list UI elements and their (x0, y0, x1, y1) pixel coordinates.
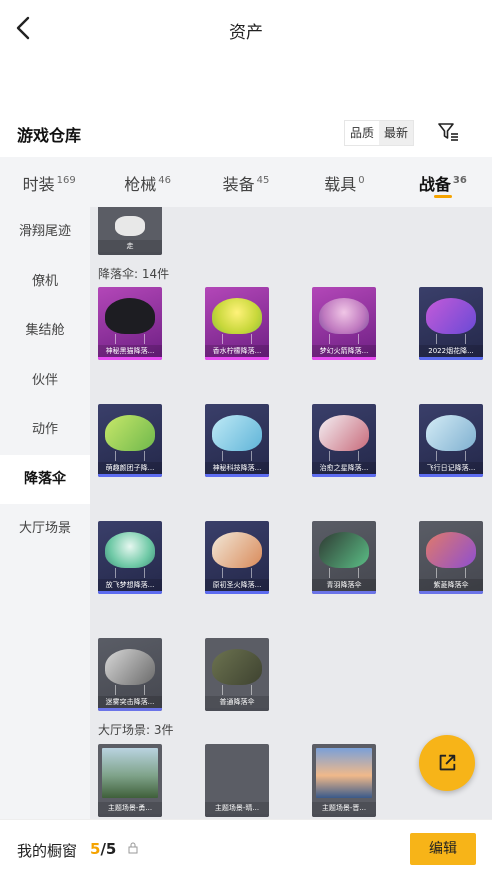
parachute-thumbnail (312, 521, 376, 579)
item-card[interactable]: 迷雾突击降落... (98, 638, 162, 711)
item-card[interactable]: 主题场景-勇... (98, 744, 162, 817)
item-card[interactable]: 青羽降落伞 (312, 521, 376, 594)
tab-vehicles[interactable]: 载具 0 (295, 157, 393, 207)
item-card[interactable]: 香水柠檬降落... (205, 287, 269, 360)
parachute-thumbnail (98, 638, 162, 696)
sidebar-item-glide-trail[interactable]: 滑翔尾迹 (0, 207, 90, 257)
tab-count: 0 (358, 175, 365, 186)
sort-toggle: 品质 最新 (344, 120, 415, 146)
parachute-thumbnail (205, 404, 269, 462)
parachute-thumbnail (419, 287, 483, 345)
tab-label: 载具 (324, 175, 357, 194)
sidebar-item-pod[interactable]: 集结舱 (0, 306, 90, 356)
lock-icon (128, 842, 138, 854)
tab-equipment[interactable]: 装备 45 (197, 157, 295, 207)
category-tabs: 时装 169 枪械 46 装备 45 载具 0 战备 36 (0, 157, 492, 207)
sort-newest-option[interactable]: 最新 (379, 121, 414, 145)
tab-label: 枪械 (124, 175, 157, 194)
warehouse-title: 游戏仓库 (17, 126, 82, 145)
item-name: 青羽降落伞 (312, 579, 376, 591)
parachute-thumbnail (312, 287, 376, 345)
item-card[interactable]: 放飞梦想降落... (98, 521, 162, 594)
item-name: 梦幻火箭降落... (312, 345, 376, 357)
warehouse-header: 游戏仓库 品质 最新 (0, 112, 492, 154)
item-card[interactable]: 主题场景-晋... (312, 744, 376, 817)
sidebar-item-parachute[interactable]: 降落伞 (0, 454, 90, 504)
item-grid: 走 降落伞: 14件 神秘黑猫降落... 香水柠檬降落... 梦幻火箭降落...… (90, 207, 492, 819)
item-card[interactable]: 紫菱降落伞 (419, 521, 483, 594)
item-name: 治愈之星降落... (312, 462, 376, 474)
sidebar: 滑翔尾迹 僚机 集结舱 伙伴 动作 降落伞 大厅场景 (0, 207, 90, 819)
section-scene-count: 大厅场景: 3件 (98, 723, 174, 737)
parachute-thumbnail (419, 521, 483, 579)
scene-thumbnail (205, 744, 269, 802)
item-card[interactable]: 治愈之星降落... (312, 404, 376, 477)
tab-count: 45 (256, 175, 270, 186)
item-card[interactable]: 萌趣颜团子降... (98, 404, 162, 477)
tab-count: 46 (158, 175, 171, 186)
edit-button[interactable]: 编辑 (410, 833, 476, 865)
tab-battle-gear[interactable]: 战备 36 (394, 157, 492, 207)
tab-guns[interactable]: 枪械 46 (98, 157, 196, 207)
item-card[interactable]: 2022烟花降... (419, 287, 483, 360)
item-card[interactable]: 主题场景-晴... (205, 744, 269, 817)
tab-count: 169 (56, 175, 76, 186)
item-thumbnail (98, 207, 162, 240)
showcase-label: 我的橱窗 (17, 842, 78, 860)
external-link-icon (439, 754, 456, 771)
share-fab[interactable] (419, 735, 475, 791)
tab-label: 时装 (22, 175, 55, 194)
item-name: 原初圣火降落... (205, 579, 269, 591)
scene-thumbnail (98, 744, 162, 802)
item-card[interactable]: 梦幻火箭降落... (312, 287, 376, 360)
item-card[interactable]: 神秘黑猫降落... (98, 287, 162, 360)
tab-label: 装备 (222, 175, 255, 194)
showcase-bar: 我的橱窗 5/5 编辑 (0, 819, 492, 876)
item-name: 萌趣颜团子降... (98, 462, 162, 474)
item-name: 放飞梦想降落... (98, 579, 162, 591)
parachute-thumbnail (205, 521, 269, 579)
parachute-thumbnail (98, 287, 162, 345)
parachute-thumbnail (205, 287, 269, 345)
section-parachute-count: 降落伞: 14件 (98, 267, 170, 281)
parachute-thumbnail (98, 521, 162, 579)
top-bar: 资产 (0, 0, 492, 58)
tab-label: 战备 (418, 175, 451, 194)
sidebar-item-lobby-scene[interactable]: 大厅场景 (0, 504, 90, 554)
item-name: 香水柠檬降落... (205, 345, 269, 357)
item-name: 主题场景-晴... (205, 802, 269, 814)
item-card[interactable]: 神秘科技降落... (205, 404, 269, 477)
item-card[interactable]: 普通降落伞 (205, 638, 269, 711)
item-name: 走 (98, 240, 162, 252)
sidebar-item-companion[interactable]: 伙伴 (0, 356, 90, 406)
item-name: 主题场景-勇... (98, 802, 162, 814)
parachute-thumbnail (98, 404, 162, 462)
item-card[interactable]: 走 (98, 207, 162, 255)
tab-count: 36 (452, 175, 467, 186)
item-card[interactable]: 原初圣火降落... (205, 521, 269, 594)
item-name: 主题场景-晋... (312, 802, 376, 814)
showcase-count: 5/5 (90, 840, 116, 858)
sort-quality-option[interactable]: 品质 (345, 121, 380, 145)
sidebar-item-wingman[interactable]: 僚机 (0, 257, 90, 307)
parachute-thumbnail (312, 404, 376, 462)
showcase-current: 5 (90, 840, 101, 858)
item-name: 神秘黑猫降落... (98, 345, 162, 357)
scene-thumbnail (312, 744, 376, 802)
item-name: 紫菱降落伞 (419, 579, 483, 591)
sidebar-item-emote[interactable]: 动作 (0, 405, 90, 455)
tab-fashion[interactable]: 时装 169 (0, 157, 98, 207)
item-name: 2022烟花降... (419, 345, 483, 357)
item-name: 迷雾突击降落... (98, 696, 162, 708)
item-name: 神秘科技降落... (205, 462, 269, 474)
filter-icon (438, 123, 458, 141)
page-title: 资产 (229, 23, 263, 43)
filter-button[interactable] (436, 120, 460, 144)
parachute-thumbnail (205, 638, 269, 696)
item-card[interactable]: 飞行日记降落... (419, 404, 483, 477)
showcase-total: /5 (100, 840, 117, 858)
item-name: 普通降落伞 (205, 696, 269, 708)
item-name: 飞行日记降落... (419, 462, 483, 474)
parachute-thumbnail (419, 404, 483, 462)
